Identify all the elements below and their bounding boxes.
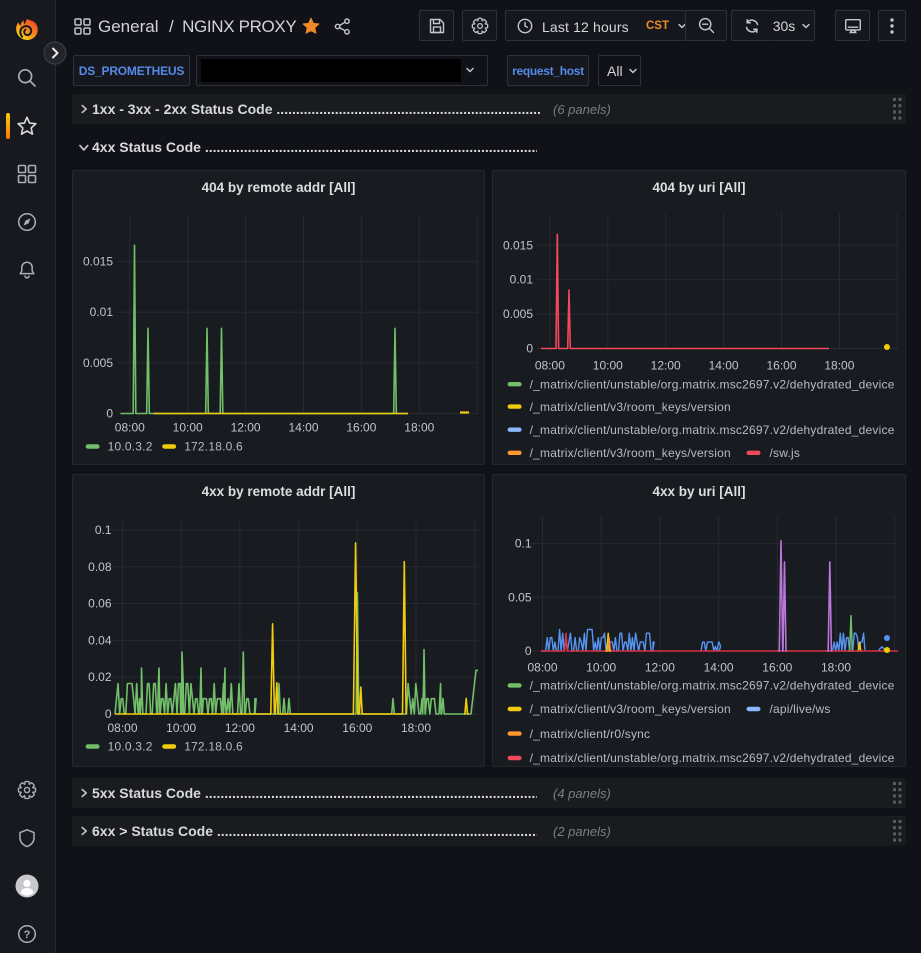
svg-text:16:00: 16:00 xyxy=(762,661,792,675)
svg-text:10:00: 10:00 xyxy=(586,661,616,675)
svg-text:12:00: 12:00 xyxy=(651,359,681,373)
svg-text:10:00: 10:00 xyxy=(593,359,623,373)
svg-text:172.18.0.6: 172.18.0.6 xyxy=(184,740,243,754)
svg-text:16:00: 16:00 xyxy=(342,721,372,735)
svg-text:14:00: 14:00 xyxy=(284,721,314,735)
svg-text:18:00: 18:00 xyxy=(821,661,851,675)
svg-text:/_matrix/client/unstable/org.m: /_matrix/client/unstable/org.matrix.msc2… xyxy=(530,377,895,391)
svg-text:14:00: 14:00 xyxy=(709,359,739,373)
svg-text:0.06: 0.06 xyxy=(88,597,112,611)
svg-text:/_matrix/client/unstable/org.m: /_matrix/client/unstable/org.matrix.msc2… xyxy=(530,751,895,765)
svg-text:0.01: 0.01 xyxy=(90,305,114,319)
svg-text:0.1: 0.1 xyxy=(95,523,112,537)
svg-text:18:00: 18:00 xyxy=(401,721,431,735)
svg-text:10.0.3.2: 10.0.3.2 xyxy=(108,440,153,454)
svg-text:0: 0 xyxy=(106,407,113,421)
svg-text:/_matrix/client/unstable/org.m: /_matrix/client/unstable/org.matrix.msc2… xyxy=(530,423,895,437)
svg-text:0.01: 0.01 xyxy=(510,273,534,287)
svg-text:0.005: 0.005 xyxy=(503,307,533,321)
svg-text:0.015: 0.015 xyxy=(83,254,113,268)
svg-text:/_matrix/client/v3/room_keys/v: /_matrix/client/v3/room_keys/version xyxy=(530,702,731,716)
svg-text:08:00: 08:00 xyxy=(115,421,145,435)
svg-text:14:00: 14:00 xyxy=(288,421,318,435)
svg-text:/_matrix/client/v3/room_keys/v: /_matrix/client/v3/room_keys/version xyxy=(530,446,731,460)
svg-text:12:00: 12:00 xyxy=(645,661,675,675)
svg-text:08:00: 08:00 xyxy=(107,721,137,735)
svg-text:0: 0 xyxy=(525,644,532,658)
svg-text:12:00: 12:00 xyxy=(231,421,261,435)
svg-text:/api/live/ws: /api/live/ws xyxy=(770,702,831,716)
svg-text:/_matrix/client/v3/room_keys/v: /_matrix/client/v3/room_keys/version xyxy=(530,400,731,414)
svg-text:/sw.js: /sw.js xyxy=(770,446,801,460)
svg-text:14:00: 14:00 xyxy=(704,661,734,675)
svg-text:/_matrix/client/r0/sync: /_matrix/client/r0/sync xyxy=(530,727,651,741)
svg-text:0.04: 0.04 xyxy=(88,633,112,647)
svg-text:08:00: 08:00 xyxy=(527,661,557,675)
svg-text:0: 0 xyxy=(105,707,112,721)
svg-text:?: ? xyxy=(24,929,31,941)
svg-text:18:00: 18:00 xyxy=(404,421,434,435)
svg-text:10:00: 10:00 xyxy=(166,721,196,735)
svg-text:08:00: 08:00 xyxy=(535,359,565,373)
svg-text:0.08: 0.08 xyxy=(88,560,112,574)
svg-text:0.005: 0.005 xyxy=(83,356,113,370)
svg-text:18:00: 18:00 xyxy=(824,359,854,373)
svg-text:0: 0 xyxy=(526,342,533,356)
svg-text:/_matrix/client/unstable/org.m: /_matrix/client/unstable/org.matrix.msc2… xyxy=(530,679,895,693)
svg-text:0.05: 0.05 xyxy=(508,590,532,604)
svg-text:12:00: 12:00 xyxy=(225,721,255,735)
svg-text:0.1: 0.1 xyxy=(515,537,532,551)
svg-text:0.015: 0.015 xyxy=(503,238,533,252)
svg-text:0.02: 0.02 xyxy=(88,670,112,684)
svg-text:172.18.0.6: 172.18.0.6 xyxy=(184,440,243,454)
svg-text:10.0.3.2: 10.0.3.2 xyxy=(108,740,153,754)
svg-text:16:00: 16:00 xyxy=(766,359,796,373)
svg-text:16:00: 16:00 xyxy=(346,421,376,435)
svg-text:10:00: 10:00 xyxy=(173,421,203,435)
